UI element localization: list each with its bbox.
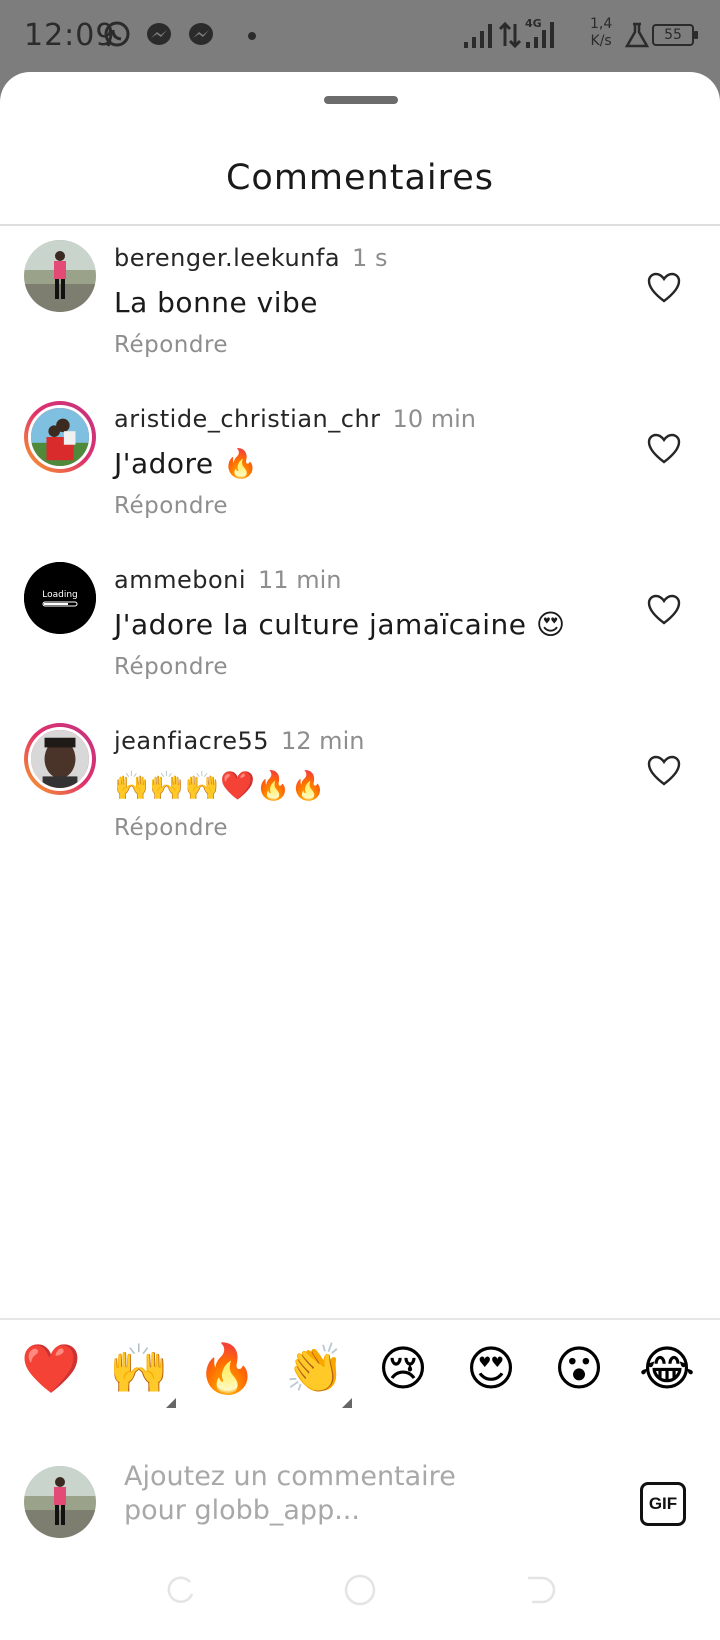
emoji-bar: ❤️ 🙌 🔥 👏 😢 😍 😮 😂: [0, 1336, 720, 1408]
heart-icon[interactable]: [646, 592, 682, 628]
battery-icon: 55: [652, 24, 698, 46]
comment-text: 🙌🙌🙌❤️🔥🔥: [114, 769, 327, 802]
gif-button[interactable]: GIF: [640, 1482, 686, 1526]
dot-icon: [248, 32, 256, 40]
comment-item: Loading ammeboni 11 min J'adore la cultur…: [0, 562, 720, 712]
whatsapp-icon: [104, 21, 130, 47]
emoji-fire[interactable]: 🔥: [194, 1336, 260, 1402]
signal-icon: [464, 24, 492, 48]
comment-item: aristide_christian_chr 10 min J'adore 🔥 R…: [0, 401, 720, 551]
avatar[interactable]: [24, 240, 96, 312]
network-label: 4G: [525, 17, 542, 30]
skin-tone-indicator-icon: [166, 1398, 176, 1408]
emoji-heart-eyes[interactable]: 😍: [458, 1336, 524, 1402]
reply-button[interactable]: Répondre: [114, 654, 228, 680]
comment-username[interactable]: aristide_christian_chr: [114, 405, 381, 433]
comment-username[interactable]: jeanfiacre55: [114, 727, 269, 755]
comment-meta: ammeboni 11 min: [114, 566, 341, 594]
comment-time: 12 min: [281, 727, 365, 755]
avatar[interactable]: Loading: [24, 562, 96, 634]
comment-item: jeanfiacre55 12 min 🙌🙌🙌❤️🔥🔥 Répondre: [0, 723, 720, 873]
divider: [0, 1318, 720, 1320]
emoji-laughing[interactable]: 😂: [634, 1336, 700, 1402]
avatar-photo: [28, 727, 92, 791]
emoji-raised-hands-glyph: 🙌: [109, 1341, 169, 1397]
emoji-clap-glyph: 👏: [285, 1341, 345, 1397]
comment-text: La bonne vibe: [114, 286, 319, 319]
comment-text: J'adore la culture jamaïcaine 😍: [114, 608, 566, 641]
speed-value: 1,4: [590, 16, 613, 32]
current-user-avatar: [24, 1466, 96, 1538]
messenger-icon: [189, 23, 213, 45]
divider: [0, 224, 720, 226]
emoji-clap[interactable]: 👏: [282, 1336, 352, 1408]
comment-username[interactable]: berenger.leekunfa: [114, 244, 340, 272]
comment-text: J'adore 🔥: [114, 447, 259, 480]
comment-time: 1 s: [352, 244, 388, 272]
data-arrows-icon: [498, 21, 522, 49]
comment-time: 10 min: [392, 405, 476, 433]
speed-unit: K/s: [590, 33, 612, 49]
back-icon[interactable]: [522, 1572, 558, 1608]
avatar-photo: [24, 240, 96, 312]
sheet-title: Commentaires: [225, 158, 495, 198]
lab-icon: [624, 22, 650, 48]
emoji-surprised[interactable]: 😮: [546, 1336, 612, 1402]
comment-meta: berenger.leekunfa 1 s: [114, 244, 387, 272]
heart-icon[interactable]: [646, 753, 682, 789]
reply-button[interactable]: Répondre: [114, 493, 228, 519]
heart-icon[interactable]: [646, 270, 682, 306]
status-bar: 12:09 4G 1,4 K/s 55: [0, 0, 720, 72]
emoji-crying[interactable]: 😢: [370, 1336, 436, 1402]
avatar[interactable]: [24, 723, 96, 795]
reply-button[interactable]: Répondre: [114, 815, 228, 841]
avatar-photo: [28, 405, 92, 469]
messenger-icon: [147, 23, 171, 45]
emoji-heart[interactable]: ❤️: [18, 1336, 84, 1402]
emoji-raised-hands[interactable]: 🙌: [106, 1336, 176, 1408]
system-nav-bar: [0, 1572, 720, 1622]
avatar-loading-text: Loading: [42, 590, 78, 600]
skin-tone-indicator-icon: [342, 1398, 352, 1408]
comment-item: berenger.leekunfa 1 s La bonne vibe Répon…: [0, 240, 720, 390]
comment-meta: jeanfiacre55 12 min: [114, 727, 364, 755]
reply-button[interactable]: Répondre: [114, 332, 228, 358]
recent-apps-icon[interactable]: [162, 1572, 198, 1608]
comment-username[interactable]: ammeboni: [114, 566, 246, 594]
comment-meta: aristide_christian_chr 10 min: [114, 405, 476, 433]
heart-icon[interactable]: [646, 431, 682, 467]
avatar-loading: Loading: [24, 562, 96, 634]
signal-4g-icon: 4G: [525, 17, 554, 48]
comment-time: 11 min: [258, 566, 342, 594]
avatar[interactable]: [24, 401, 96, 473]
avatar-photo: [24, 1466, 96, 1538]
comment-composer: Ajoutez un commentaire pour globb_app...…: [0, 1450, 720, 1560]
drag-handle[interactable]: [324, 96, 398, 104]
network-speed: 1,4 K/s: [590, 16, 612, 50]
home-icon[interactable]: [342, 1572, 378, 1608]
comment-input[interactable]: Ajoutez un commentaire pour globb_app...: [124, 1460, 524, 1528]
